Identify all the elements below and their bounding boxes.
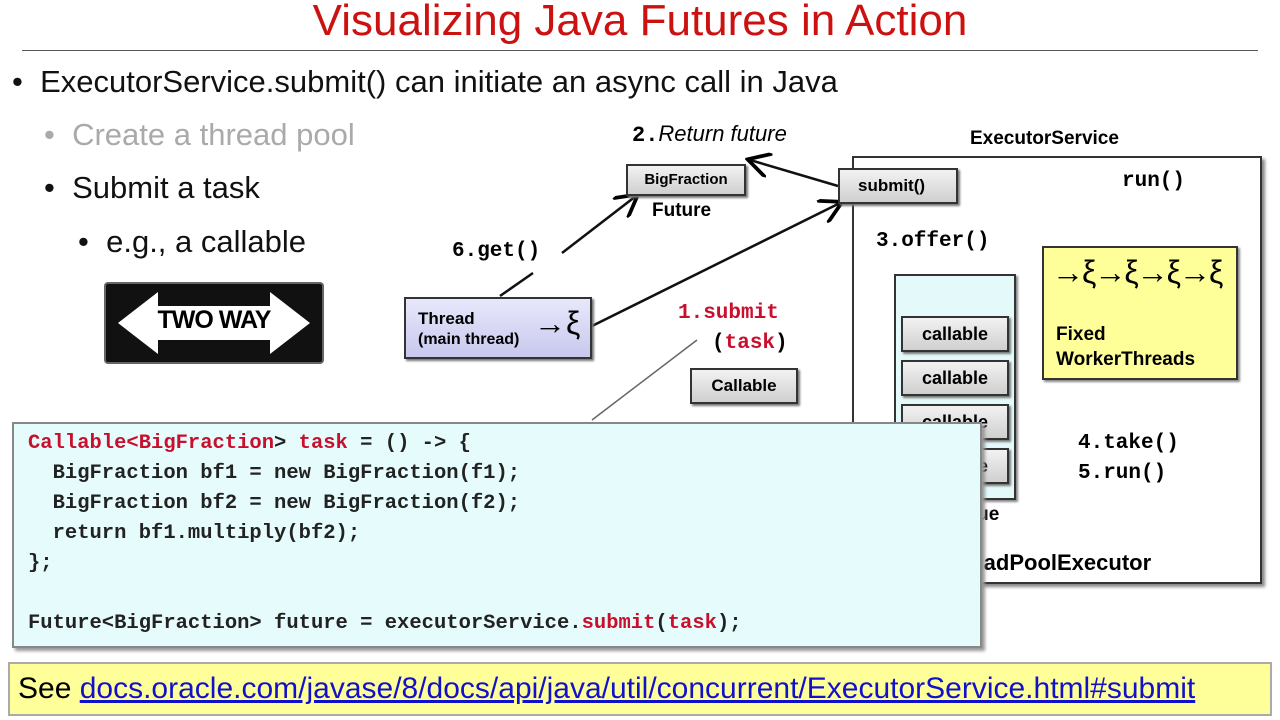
code-token: ); [716,612,742,635]
take-label: 4.take() [1078,432,1179,455]
code-token: BigFraction bf2 = new BigFraction(f2); [28,492,521,515]
main-thread-box: Thread (main thread) →ξ [404,297,592,359]
get-label: 6.get() [452,240,541,263]
get-arrow [561,196,636,254]
callable-box: Callable [690,368,798,404]
submit-method-box: submit() [838,168,958,204]
thread-squiggle-icon: →ξ [534,305,581,341]
queue-item: callable [901,360,1009,396]
code-line: Callable<BigFraction> task = () -> { [28,432,471,455]
submit-step-label: 1.submit [678,302,779,325]
code-token: task [667,612,717,635]
docs-link[interactable]: docs.oracle.com/javase/8/docs/api/java/u… [80,672,1196,705]
code-line: Future<BigFraction> future = executorSer… [28,612,742,635]
footer-prefix: See [18,672,80,705]
paren: ( [712,332,725,355]
code-line: BigFraction bf1 = new BigFraction(f1); [28,462,521,485]
step-text: Return future [658,121,787,146]
worker-threads-box: →ξ→ξ→ξ→ξ Fixed WorkerThreads [1042,246,1238,380]
code-token: = () -> { [347,432,471,455]
submit-task-label: (task) [712,332,788,355]
code-token: submit [581,612,656,635]
return-future-label: 2.Return future [632,121,787,148]
fixed-label: Fixed [1056,324,1106,345]
task-word: task [724,332,776,355]
code-token: task [298,432,348,455]
main-thread-label: (main thread) [418,331,520,348]
code-token: Callable< [28,432,139,455]
code-line: }; [28,552,53,575]
return-future-arrow [750,160,839,188]
footer-reference: See docs.oracle.com/javase/8/docs/api/ja… [8,662,1272,716]
code-token: BigFraction bf1 = new BigFraction(f1); [28,462,521,485]
offer-label: 3.offer() [876,230,990,253]
code-line: BigFraction bf2 = new BigFraction(f2); [28,492,521,515]
run-label: run() [1122,170,1186,193]
worker-threads-label: WorkerThreads [1056,349,1196,370]
code-block: Callable<BigFraction> task = () -> { Big… [12,422,982,648]
thread-label: Thread [418,309,475,328]
bigfraction-box: BigFraction [626,164,746,196]
get-line [499,271,534,298]
code-token: BigFraction [138,432,275,455]
code-token: return bf1.multiply(bf2); [28,522,361,545]
run-step-label: 5.run() [1078,462,1167,485]
callout-line [591,339,698,421]
executor-service-label: ExecutorService [970,128,1119,149]
code-token: }; [28,552,53,575]
step-number: 2. [632,123,659,148]
code-line: return bf1.multiply(bf2); [28,522,361,545]
paren: ) [775,332,788,355]
code-token: > [274,432,299,455]
code-token: Future<BigFraction> future = executorSer… [28,612,582,635]
future-label: Future [652,200,712,221]
worker-threads-squiggle-icon: →ξ→ξ→ξ→ξ [1052,254,1223,290]
queue-item: callable [901,316,1009,352]
code-token: ( [655,612,668,635]
